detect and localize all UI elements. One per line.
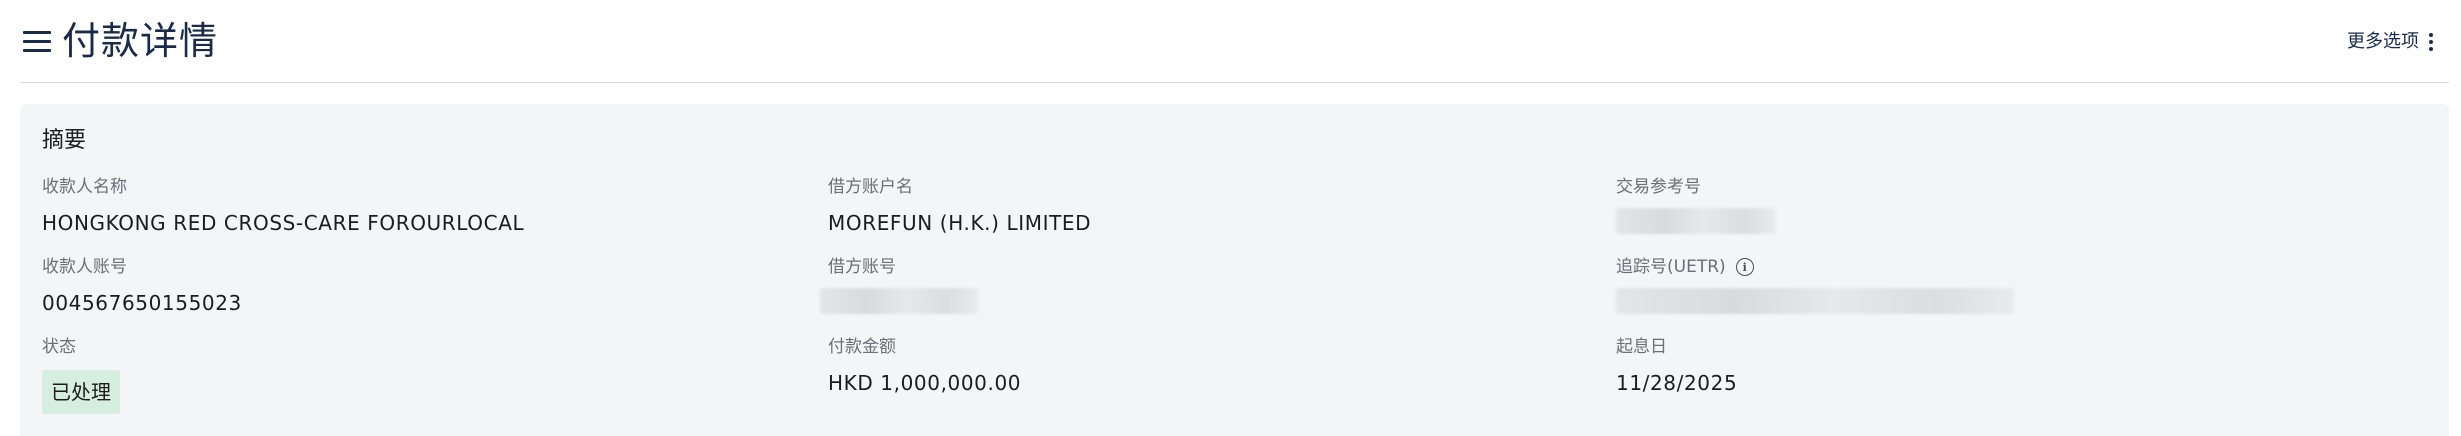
debit-account-name-value: MOREFUN (H.K.) LIMITED: [828, 211, 1092, 235]
debit-account-name-label: 借方账户名: [828, 177, 913, 197]
page-title: 付款详情: [62, 19, 219, 63]
status-badge: 已处理: [42, 370, 120, 414]
payee-account-label: 收款人账号: [42, 257, 127, 277]
status-label: 状态: [42, 337, 76, 357]
payment-amount-label: 付款金额: [828, 337, 896, 357]
more-options-label: 更多选项: [2347, 31, 2419, 52]
summary-card: 摘要 收款人名称 HONGKONG RED CROSS-CARE FOROURL…: [20, 104, 2449, 436]
kebab-menu-icon: [2429, 32, 2435, 52]
debit-account-number-label: 借方账号: [828, 257, 896, 277]
value-date-value: 11/28/2025: [1616, 371, 1738, 395]
tracking-number-label: 追踪号(UETR) i: [1616, 256, 1754, 278]
value-date-label: 起息日: [1616, 337, 1667, 357]
payment-amount-value: HKD 1,000,000.00: [828, 371, 1022, 395]
more-options-button[interactable]: 更多选项: [2347, 30, 2435, 54]
page-header: 付款详情 更多选项: [0, 0, 2461, 82]
payee-account-value: 004567650155023: [42, 291, 242, 315]
header-divider: [20, 82, 2449, 83]
summary-title: 摘要: [42, 128, 87, 153]
info-icon[interactable]: i: [1735, 258, 1754, 276]
tracking-number-redacted: [1616, 288, 2014, 314]
payee-name-label: 收款人名称: [42, 177, 127, 197]
payee-name-value: HONGKONG RED CROSS-CARE FOROURLOCAL: [42, 211, 525, 235]
tracking-number-label-text: 追踪号(UETR): [1616, 257, 1726, 277]
payment-details-page: 付款详情 更多选项 摘要 收款人名称 HONGKONG RED CROSS-CA…: [0, 0, 2461, 436]
transaction-reference-redacted: [1616, 208, 1776, 234]
hamburger-menu-icon[interactable]: [20, 24, 54, 58]
transaction-reference-label: 交易参考号: [1616, 177, 1701, 197]
debit-account-number-redacted: [820, 288, 978, 314]
